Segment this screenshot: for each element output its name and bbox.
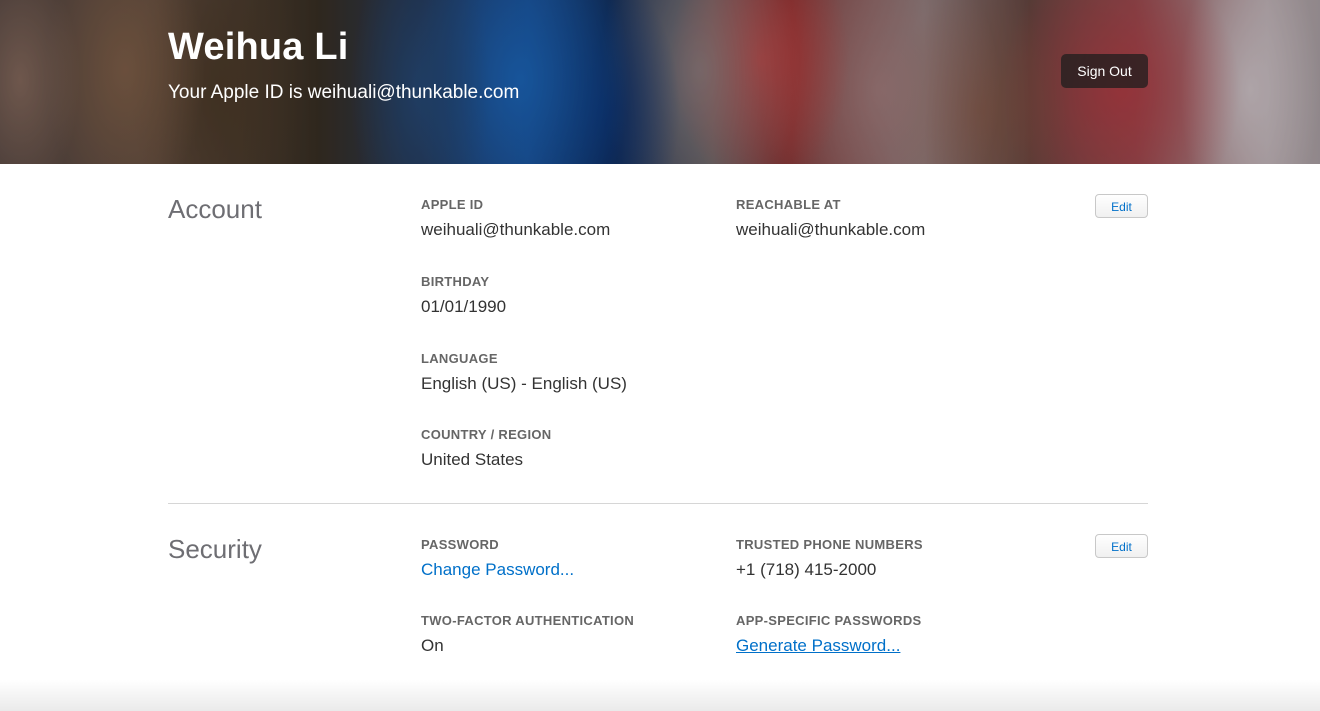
- generate-password-link[interactable]: Generate Password...: [736, 635, 900, 657]
- trusted-phone-label: TRUSTED PHONE NUMBERS: [736, 537, 923, 552]
- sign-out-button[interactable]: Sign Out: [1061, 54, 1148, 88]
- security-section-title: Security: [168, 534, 262, 564]
- account-section: Account APPLE ID weihuali@thunkable.com …: [168, 164, 1148, 503]
- reachable-at-label: REACHABLE AT: [736, 197, 841, 212]
- apple-id-subtitle: Your Apple ID is weihuali@thunkable.com: [168, 82, 520, 103]
- app-specific-passwords-label: APP-SPECIFIC PASSWORDS: [736, 613, 922, 628]
- apple-id-value: weihuali@thunkable.com: [421, 220, 611, 239]
- language-field: LANGUAGE English (US) - English (US): [421, 351, 627, 395]
- apple-id-label: APPLE ID: [421, 197, 484, 212]
- reachable-at-field: REACHABLE AT weihuali@thunkable.com: [736, 197, 925, 241]
- birthday-value: 01/01/1990: [421, 297, 507, 316]
- bottom-fade: [0, 680, 1320, 711]
- country-region-label: COUNTRY / REGION: [421, 427, 552, 442]
- language-value: English (US) - English (US): [421, 374, 627, 393]
- apple-id-field: APPLE ID weihuali@thunkable.com: [421, 197, 610, 241]
- profile-header: Weihua Li Your Apple ID is weihuali@thun…: [0, 0, 1320, 164]
- two-factor-label: TWO-FACTOR AUTHENTICATION: [421, 613, 635, 628]
- two-factor-field: TWO-FACTOR AUTHENTICATION On: [421, 613, 634, 657]
- user-name: Weihua Li: [168, 26, 349, 68]
- two-factor-value: On: [421, 636, 444, 655]
- country-region-value: United States: [421, 450, 524, 469]
- account-section-title: Account: [168, 194, 262, 224]
- reachable-at-value: weihuali@thunkable.com: [736, 220, 926, 239]
- security-section: Security PASSWORD Change Password... TRU…: [168, 504, 1148, 684]
- change-password-link[interactable]: Change Password...: [421, 559, 574, 581]
- account-edit-button[interactable]: Edit: [1095, 194, 1148, 218]
- birthday-label: BIRTHDAY: [421, 274, 490, 289]
- language-label: LANGUAGE: [421, 351, 498, 366]
- country-region-field: COUNTRY / REGION United States: [421, 427, 551, 471]
- security-edit-button[interactable]: Edit: [1095, 534, 1148, 558]
- trusted-phone-field: TRUSTED PHONE NUMBERS +1 (718) 415-2000: [736, 537, 923, 581]
- birthday-field: BIRTHDAY 01/01/1990: [421, 274, 506, 318]
- trusted-phone-value: +1 (718) 415-2000: [736, 560, 877, 579]
- password-label: PASSWORD: [421, 537, 499, 552]
- password-field: PASSWORD Change Password...: [421, 537, 574, 581]
- app-specific-passwords-field: APP-SPECIFIC PASSWORDS Generate Password…: [736, 613, 922, 657]
